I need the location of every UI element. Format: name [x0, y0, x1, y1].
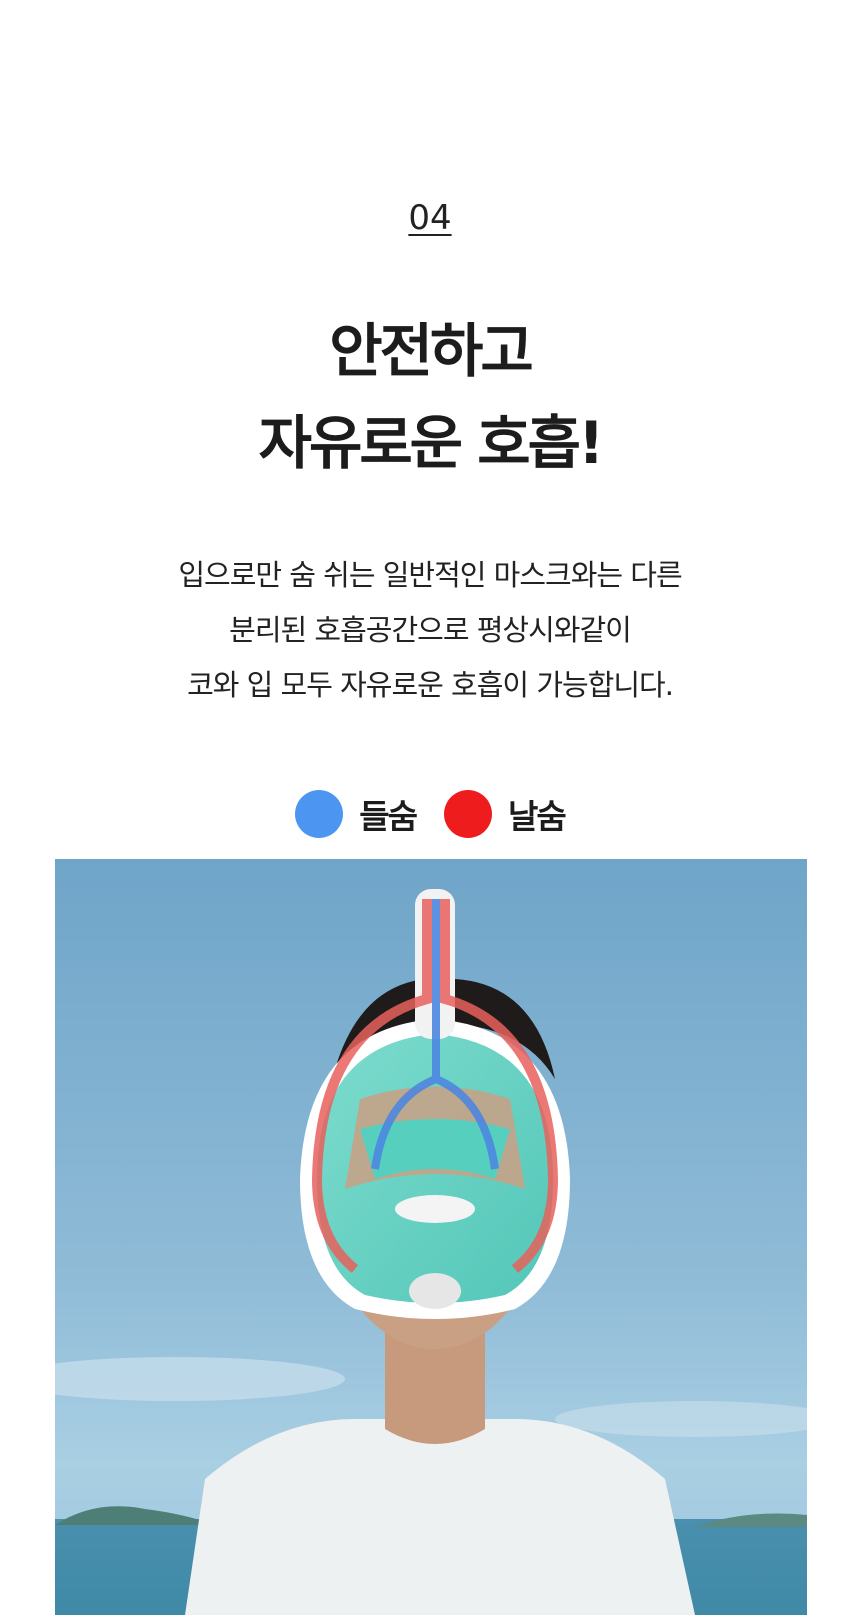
- description: 입으로만 숨 쉬는 일반적인 마스크와는 다른 분리된 호흡공간으로 평상시와같…: [0, 548, 860, 713]
- exhale-valve: [409, 1273, 461, 1309]
- t-shirt: [185, 1419, 695, 1615]
- description-line-3: 코와 입 모두 자유로운 호흡이 가능합니다.: [187, 668, 674, 702]
- legend-item-exhale: 날숨: [444, 790, 567, 838]
- legend-item-inhale: 들숨: [295, 790, 418, 838]
- mouth: [395, 1195, 475, 1223]
- headline: 안전하고 자유로운 호흡!: [0, 305, 860, 489]
- section-number: 04: [0, 198, 860, 238]
- snorkel-mask-photo: [55, 859, 807, 1615]
- description-line-2: 분리된 호흡공간으로 평상시와같이: [229, 613, 632, 647]
- headline-line-1: 안전하고: [329, 317, 533, 385]
- breathing-legend: 들숨 날숨: [0, 790, 860, 838]
- description-line-1: 입으로만 숨 쉬는 일반적인 마스크와는 다른: [178, 558, 682, 592]
- exhale-label: 날숨: [508, 797, 567, 836]
- section-number-text: 04: [408, 198, 452, 238]
- inhale-color-dot: [295, 790, 344, 838]
- exhale-color-dot: [444, 790, 492, 838]
- headline-line-2: 자유로운 호흡!: [258, 409, 605, 477]
- inhale-label: 들숨: [359, 797, 418, 836]
